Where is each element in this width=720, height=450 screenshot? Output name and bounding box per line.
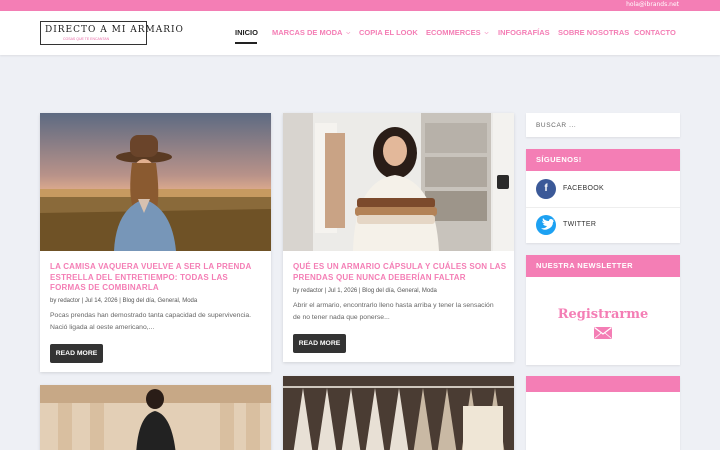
facebook-icon: f (536, 179, 556, 199)
nav-item-inicio[interactable]: INICIO (235, 28, 258, 37)
nav-active-indicator (235, 42, 257, 44)
site-logo[interactable]: DIRECTO A MI ARMARIO COSAS QUE TE ENCANT… (40, 21, 183, 45)
search-input[interactable]: BUSCAR ... (536, 122, 576, 129)
nav-item-label: ECOMMERCES (426, 28, 481, 37)
post-image-cowgirl[interactable] (40, 113, 271, 251)
logo-tagline: COSAS QUE TE ENCANTAN (63, 37, 110, 41)
read-more-button[interactable]: READ MORE (50, 344, 103, 363)
nav-item-contacto[interactable]: CONTACTO (634, 28, 676, 37)
follow-title: SÍGUENOS! (526, 149, 680, 171)
twitter-link[interactable]: TWITTER (526, 208, 680, 242)
top-bar: hola@ibrands.net (0, 0, 720, 11)
post-meta: by redactor | Jul 14, 2026 | Blog del dí… (50, 298, 198, 304)
envelope-icon[interactable] (594, 327, 612, 339)
post-card (283, 376, 514, 450)
newsletter-register-link[interactable]: Registrarme (526, 307, 680, 322)
nav-item-sobre-nosotras[interactable]: SOBRE NOSOTRAS (558, 28, 629, 37)
post-excerpt: Pocas prendas han demostrado tanta capac… (50, 312, 252, 331)
contact-email[interactable]: hola@ibrands.net (626, 1, 679, 8)
nav-item-marcas-de-moda[interactable]: MARCAS DE MODA ⌵ (272, 28, 350, 37)
post-card: QUÉ ES UN ARMARIO CÁPSULA Y CUÁLES SON L… (283, 113, 514, 362)
post-image-capsule-wardrobe[interactable] (283, 113, 514, 251)
facebook-link[interactable]: f FACEBOOK (526, 172, 680, 206)
nav-item-infografias[interactable]: INFOGRAFÍAS (498, 28, 550, 37)
post-excerpt: Abrir el armario, encontrarlo lleno hast… (293, 302, 494, 321)
nav-item-ecommerces[interactable]: ECOMMERCES ⌵ (426, 28, 488, 37)
post-title[interactable]: QUÉ ES UN ARMARIO CÁPSULA Y CUÁLES SON L… (293, 262, 508, 283)
chevron-down-icon: ⌵ (484, 30, 489, 36)
post-image-street-style[interactable] (40, 385, 271, 450)
post-meta: by redactor | Jul 1, 2026 | Blog del día… (293, 288, 437, 294)
sidebar-widget (526, 376, 680, 450)
widget-title-bar (526, 376, 680, 392)
follow-widget: SÍGUENOS! f FACEBOOK TWITTER (526, 149, 680, 243)
bird-icon (541, 218, 554, 230)
twitter-label: TWITTER (563, 221, 597, 228)
read-more-button[interactable]: READ MORE (293, 334, 346, 353)
search-widget[interactable]: BUSCAR ... (526, 113, 680, 137)
twitter-icon (536, 215, 556, 235)
post-card (40, 385, 271, 450)
post-title[interactable]: LA CAMISA VAQUERA VUELVE A SER LA PRENDA… (50, 262, 265, 294)
facebook-label: FACEBOOK (563, 185, 604, 192)
post-image-clothing-rack[interactable] (283, 376, 514, 450)
post-card: LA CAMISA VAQUERA VUELVE A SER LA PRENDA… (40, 113, 271, 372)
chevron-down-icon: ⌵ (346, 30, 351, 36)
logo-title: DIRECTO A MI ARMARIO (45, 25, 184, 35)
nav-item-label: MARCAS DE MODA (272, 28, 343, 37)
newsletter-title: NUESTRA NEWSLETTER (526, 255, 680, 277)
nav-item-copia-el-look[interactable]: COPIA EL LOOK (359, 28, 418, 37)
newsletter-widget: NUESTRA NEWSLETTER Registrarme (526, 255, 680, 365)
